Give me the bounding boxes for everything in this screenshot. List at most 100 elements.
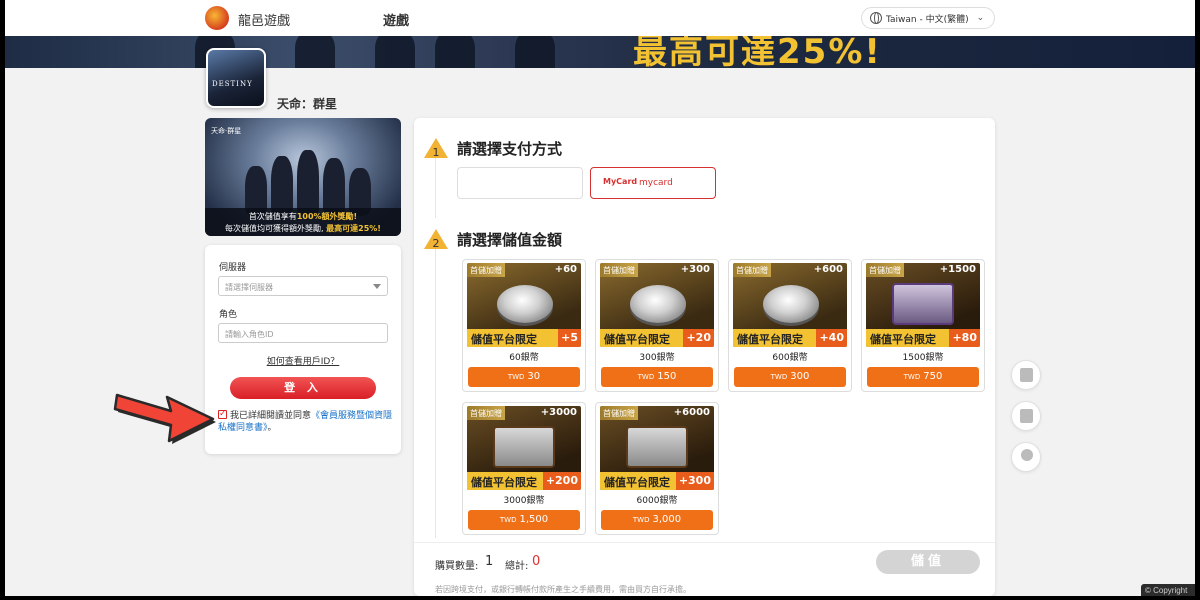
platform-limited-label: 儲值平台限定 <box>471 476 537 489</box>
first-topup-ribbon: 首儲加贈 <box>866 263 904 277</box>
bookmark-button[interactable] <box>1011 401 1041 431</box>
pointer-arrow-icon <box>113 393 216 444</box>
hero-banner: 最高可達25%! <box>5 36 1195 68</box>
login-button[interactable]: 登 入 <box>230 377 376 399</box>
first-topup-ribbon: 首儲加贈 <box>733 263 771 277</box>
step-2-icon: 2 <box>424 229 448 250</box>
promo-line1-highlight: 100%額外獎勵! <box>296 212 358 221</box>
total-label: 總計: <box>505 561 529 572</box>
payment-option-mycard[interactable]: MyCard mycard <box>590 167 716 199</box>
promo-image: 天命·群星 首次儲值享有100%額外獎勵! 每次儲值均可獲得額外獎勵, 最高可達… <box>205 118 401 236</box>
role-label: 角色 <box>219 310 238 320</box>
package-60[interactable]: 首儲加贈 +60 儲值平台限定 +5 60銀幣 TWD 30 <box>462 259 586 392</box>
game-icon-word: DESTINY <box>212 80 253 88</box>
promo-line1: 首次儲值享有 <box>248 212 297 221</box>
language-label: Taiwan - 中文(繁體) <box>886 14 969 25</box>
promo-line2: 每次儲值均可獲得額外獎勵, <box>225 224 327 233</box>
brand-logo-icon[interactable] <box>205 6 229 30</box>
account-button[interactable] <box>1011 442 1041 472</box>
price-button[interactable]: TWD 3,000 <box>601 510 713 530</box>
bookmark-icon <box>1020 409 1033 423</box>
payment-panel: 1 請選擇支付方式 MyCard mycard 2 請選擇儲值金額 首儲加贈 +… <box>414 118 995 596</box>
server-select[interactable]: 請選擇伺服器 <box>218 276 388 296</box>
globe-icon <box>870 12 882 24</box>
price-button[interactable]: TWD 150 <box>601 367 713 387</box>
page: 龍邑遊戲 遊戲 Taiwan - 中文(繁體) ⌄ 最高可達25%! DESTI… <box>5 0 1195 596</box>
package-image: 首儲加贈 +600 儲值平台限定 +40 <box>733 263 847 347</box>
payment-option-blank[interactable] <box>457 167 583 199</box>
language-selector[interactable]: Taiwan - 中文(繁體) ⌄ <box>861 7 995 29</box>
step-1-icon: 1 <box>424 138 448 159</box>
first-topup-bonus: +300 <box>680 264 710 275</box>
first-topup-bonus: +60 <box>554 264 577 275</box>
agreement: 我已詳細閱讀並同意《會員服務暨個資隱私權同意書》。 <box>218 408 394 434</box>
first-topup-ribbon: 首儲加贈 <box>600 406 638 420</box>
package-image: 首儲加贈 +3000 儲值平台限定 +200 <box>467 406 581 490</box>
first-topup-ribbon: 首儲加贈 <box>467 263 505 277</box>
brand-name[interactable]: 龍邑遊戲 <box>238 10 290 29</box>
price-button[interactable]: TWD 30 <box>468 367 580 387</box>
first-topup-bonus: +6000 <box>673 407 710 418</box>
package-600[interactable]: 首儲加贈 +600 儲值平台限定 +40 600銀幣 TWD 300 <box>728 259 852 392</box>
package-6000[interactable]: 首儲加贈 +6000 儲值平台限定 +300 6000銀幣 TWD 3,000 <box>595 402 719 535</box>
total-value: 0 <box>532 554 541 569</box>
agree-end: 。 <box>267 423 277 433</box>
topup-button[interactable]: 儲值 <box>876 550 980 574</box>
promo-line2-highlight: 最高可達25%! <box>326 224 381 233</box>
package-image: 首儲加贈 +300 儲值平台限定 +20 <box>600 263 714 347</box>
silver-coins-icon <box>497 285 553 323</box>
agree-text: 我已詳細閱讀並同意 <box>230 411 312 421</box>
nav-games-link[interactable]: 遊戲 <box>383 10 409 29</box>
package-3000[interactable]: 首儲加贈 +3000 儲值平台限定 +200 3000銀幣 TWD 1,500 <box>462 402 586 535</box>
how-to-find-id-link[interactable]: 如何查看用戶ID？ <box>205 354 401 367</box>
price-button[interactable]: TWD 300 <box>734 367 846 387</box>
divider <box>414 542 995 543</box>
quantity-label: 購買數量: <box>435 561 479 572</box>
treasure-chest-icon <box>493 426 555 468</box>
first-topup-bonus: +3000 <box>540 407 577 418</box>
first-topup-bonus: +600 <box>813 264 843 275</box>
platform-limited-label: 儲值平台限定 <box>604 476 670 489</box>
login-card: 伺服器 請選擇伺服器 角色 請輸入角色ID 如何查看用戶ID？ 登 入 我已詳細… <box>205 245 401 454</box>
first-topup-ribbon: 首儲加贈 <box>467 406 505 420</box>
package-name: 600銀幣 <box>772 353 808 363</box>
package-name: 300銀幣 <box>639 353 675 363</box>
role-id-placeholder: 請輸入角色ID <box>225 330 274 339</box>
platform-bonus: +200 <box>542 472 581 490</box>
fee-footnote: 若因跨境支付，或銀行轉帳付款所產生之手續費用，需由買方自行承擔。 <box>435 585 691 594</box>
platform-limited-label: 儲值平台限定 <box>471 333 537 346</box>
step-1-title: 請選擇支付方式 <box>457 140 563 158</box>
price-button[interactable]: TWD 750 <box>867 367 979 387</box>
package-1500[interactable]: 首儲加贈 +1500 儲值平台限定 +80 1500銀幣 TWD 750 <box>861 259 985 392</box>
monitor-plus-icon <box>1020 368 1033 382</box>
first-topup-ribbon: 首儲加贈 <box>600 263 638 277</box>
package-name: 1500銀幣 <box>902 353 944 363</box>
step-1-number: 1 <box>433 146 440 159</box>
package-image: 首儲加贈 +60 儲值平台限定 +5 <box>467 263 581 347</box>
role-id-input[interactable]: 請輸入角色ID <box>218 323 388 343</box>
platform-bonus: +300 <box>675 472 714 490</box>
banner-text: 最高可達25%! <box>633 36 882 68</box>
price-button[interactable]: TWD 1,500 <box>468 510 580 530</box>
platform-bonus: +5 <box>558 329 581 347</box>
platform-bonus: +40 <box>816 329 847 347</box>
user-icon <box>1021 449 1033 461</box>
server-placeholder: 請選擇伺服器 <box>225 283 273 292</box>
package-image: 首儲加贈 +1500 儲值平台限定 +80 <box>866 263 980 347</box>
server-label: 伺服器 <box>219 263 247 273</box>
package-300[interactable]: 首儲加贈 +300 儲值平台限定 +20 300銀幣 TWD 150 <box>595 259 719 392</box>
step-2-title: 請選擇儲值金額 <box>457 231 563 249</box>
mycard-label: mycard <box>639 178 673 188</box>
treasure-chest-icon <box>626 426 688 468</box>
game-icon: DESTINY <box>206 48 266 108</box>
step-2-number: 2 <box>433 237 440 250</box>
promo-caption: 首次儲值享有100%額外獎勵! 每次儲值均可獲得額外獎勵, 最高可達25%! <box>205 208 401 236</box>
platform-bonus: +80 <box>949 329 980 347</box>
customer-service-button[interactable] <box>1011 360 1041 390</box>
dropdown-arrow-icon <box>373 284 381 289</box>
platform-limited-label: 儲值平台限定 <box>737 333 803 346</box>
promo-tag: 天命·群星 <box>211 127 242 135</box>
top-nav: 龍邑遊戲 遊戲 Taiwan - 中文(繁體) ⌄ <box>5 0 1195 36</box>
platform-bonus: +20 <box>683 329 714 347</box>
mycard-logo: MyCard <box>603 177 638 186</box>
